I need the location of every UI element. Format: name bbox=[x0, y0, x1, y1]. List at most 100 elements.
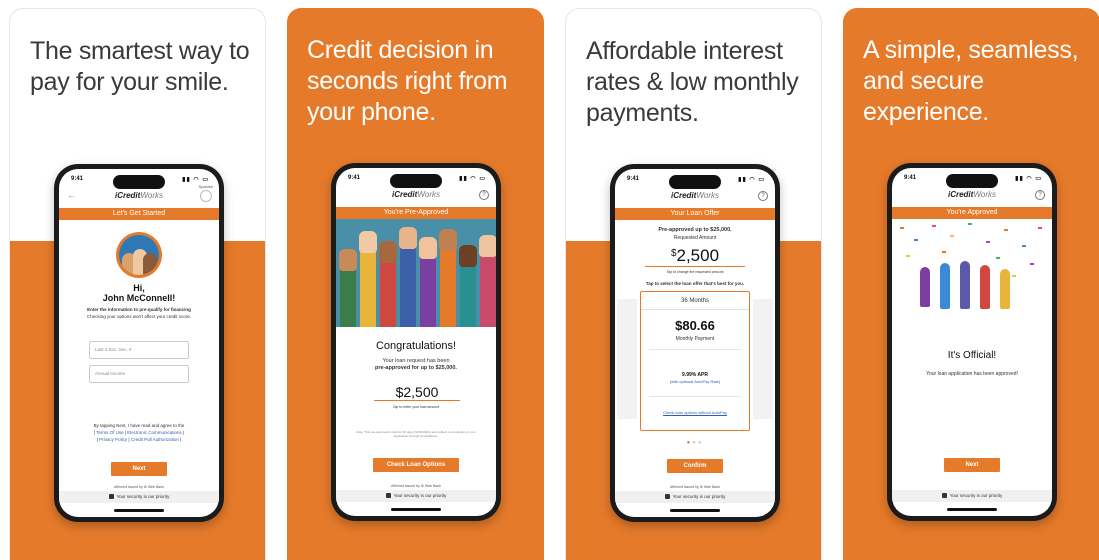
loan-amount-input[interactable]: $2,500 bbox=[374, 383, 460, 401]
signal-battery-icon: ▮▮ ◠ ▭ bbox=[459, 176, 486, 182]
select-offer-prompt: Tap to select the loan offer that's best… bbox=[645, 281, 745, 286]
panel-headline: Affordable interest rates & low monthly … bbox=[586, 37, 799, 127]
celebration-illustration bbox=[892, 219, 1052, 319]
terms-of-use-link[interactable]: Terms Of Use bbox=[96, 430, 124, 435]
security-footer: Your security is our priority bbox=[59, 491, 219, 503]
credit-pull-link[interactable]: Credit Pull Authorization bbox=[131, 437, 179, 442]
loan-offer-card[interactable]: 36 Months $80.66 Monthly Payment 9.99% A… bbox=[640, 291, 750, 431]
preapproved-limit: Pre-approved up to $25,000. bbox=[658, 227, 732, 233]
help-icon[interactable]: ? bbox=[479, 190, 489, 200]
notch bbox=[390, 174, 442, 188]
phone-mockup: 9:41 ▮▮ ◠ ▭ iCreditWorks ? You're Approv… bbox=[887, 163, 1057, 521]
panel-headline: Credit decision in seconds right from yo… bbox=[307, 36, 508, 126]
avatar bbox=[116, 232, 162, 278]
offer-card-prev[interactable] bbox=[617, 299, 637, 419]
next-button[interactable]: Next bbox=[111, 462, 167, 476]
screen-title-strip: You're Pre-Approved bbox=[336, 207, 496, 219]
congratulations-heading: Congratulations! bbox=[375, 340, 457, 352]
lock-icon bbox=[941, 493, 947, 499]
app-bar: iCreditWorks ? bbox=[615, 191, 775, 205]
home-indicator bbox=[947, 508, 997, 511]
notch bbox=[113, 175, 165, 189]
terms-text: By tapping Next, I have read and agree t… bbox=[93, 423, 185, 442]
greeting: Hi, John McConnell! bbox=[102, 283, 176, 303]
monthly-payment-label: Monthly Payment bbox=[675, 336, 715, 342]
screen-title-strip: Your Loan Offer bbox=[615, 208, 775, 220]
phone-mockup: 9:41 ▮▮ ◠ ▭ iCreditWorks ? Your Loan Off… bbox=[610, 164, 780, 522]
signal-battery-icon: ▮▮ ◠ ▭ bbox=[182, 177, 209, 183]
phone-screen: 9:41 ▮▮ ◠ ▭ iCreditWorks ? You're Approv… bbox=[892, 168, 1052, 516]
security-footer: Your security is our priority bbox=[892, 490, 1052, 502]
panel-2: Credit decision in seconds right from yo… bbox=[287, 8, 544, 560]
amount-hint: Tap to change the requested amount bbox=[666, 270, 724, 274]
trust-line: Affirmed issued by ⚙ Web Bank bbox=[670, 485, 720, 489]
apr-rate: 9.99% APR bbox=[682, 372, 708, 378]
screen-title-strip: Let's Get Started bbox=[59, 208, 219, 220]
privacy-policy-link[interactable]: Privacy Policy bbox=[99, 437, 127, 442]
amount-hint: Tap to enter your loan amount bbox=[392, 405, 440, 409]
phone-screen: 9:41 ▮▮ ◠ ▭ iCreditWorks ? Your Loan Off… bbox=[615, 169, 775, 517]
help-icon[interactable]: ? bbox=[1035, 190, 1045, 200]
official-heading: It's Official! bbox=[947, 350, 997, 361]
status-time: 9:41 bbox=[627, 176, 640, 182]
home-indicator bbox=[391, 508, 441, 511]
approval-message: Your loan request has been bbox=[382, 358, 450, 364]
app-logo: iCreditWorks bbox=[947, 190, 996, 199]
signal-battery-icon: ▮▮ ◠ ▭ bbox=[1015, 176, 1042, 182]
app-bar: ← iCreditWorks Spanish bbox=[59, 184, 219, 205]
phone-mockup: 9:41 ▮▮ ◠ ▭ iCreditWorks ? You're Pre-Ap… bbox=[331, 163, 501, 521]
signal-battery-icon: ▮▮ ◠ ▭ bbox=[738, 177, 765, 183]
subinstruction-text: Checking your options won't affect your … bbox=[86, 314, 192, 319]
phone-screen: 9:41 ▮▮ ◠ ▭ ← iCreditWorks Spanish Let's… bbox=[59, 169, 219, 517]
approval-note: Note: This pre-approval is valid for 30 … bbox=[356, 430, 476, 438]
trust-line: Affirmed issued by ⚙ Web Bank bbox=[114, 485, 164, 489]
electronic-communications-link[interactable]: Electronic Communications bbox=[127, 430, 182, 435]
phone-screen: 9:41 ▮▮ ◠ ▭ iCreditWorks ? You're Pre-Ap… bbox=[336, 168, 496, 516]
approval-limit: pre-approved for up to $25,000. bbox=[375, 365, 457, 371]
home-indicator bbox=[114, 509, 164, 512]
language-toggle[interactable] bbox=[200, 190, 212, 202]
thumbs-up-illustration bbox=[336, 219, 496, 327]
status-time: 9:41 bbox=[904, 175, 917, 181]
back-arrow-icon[interactable]: ← bbox=[67, 190, 76, 200]
app-store-screenshots: The smartest way to pay for your smile. … bbox=[0, 0, 1099, 560]
panel-4: A simple, seamless, and secure experienc… bbox=[843, 8, 1099, 560]
carousel-dots[interactable]: ●●● bbox=[615, 440, 775, 446]
requested-amount[interactable]: $2,500 bbox=[615, 246, 775, 266]
offer-term: 36 Months bbox=[641, 292, 749, 310]
requested-amount-label: Requested Amount bbox=[673, 235, 717, 241]
panel-3: Affordable interest rates & low monthly … bbox=[565, 8, 822, 560]
security-footer: Your security is our priority bbox=[615, 491, 775, 503]
apr-note: (with optional AutoPay Rate) bbox=[669, 379, 721, 384]
panel-1: The smartest way to pay for your smile. … bbox=[9, 8, 266, 560]
status-time: 9:41 bbox=[71, 176, 84, 182]
trust-line: Affirmed issued by ⚙ Web Bank bbox=[391, 484, 441, 488]
app-logo: iCreditWorks bbox=[391, 190, 440, 199]
app-bar: iCreditWorks ? bbox=[892, 190, 1052, 204]
offer-card-next[interactable] bbox=[753, 299, 773, 419]
panel-headline: A simple, seamless, and secure experienc… bbox=[863, 36, 1079, 126]
autopay-link[interactable]: Check loan options without AutoPay bbox=[641, 410, 749, 415]
check-loan-options-button[interactable]: Check Loan Options bbox=[373, 458, 459, 472]
app-bar: iCreditWorks ? bbox=[336, 190, 496, 204]
phone-mockup: 9:41 ▮▮ ◠ ▭ ← iCreditWorks Spanish Let's… bbox=[54, 164, 224, 522]
notch bbox=[946, 174, 998, 188]
ssn-field[interactable]: Last 4 Soc. Sec. # bbox=[89, 341, 189, 359]
next-button[interactable]: Next bbox=[944, 458, 1000, 472]
confirm-button[interactable]: Confirm bbox=[667, 459, 723, 473]
approval-message: Your loan application has been approved! bbox=[926, 371, 1018, 377]
status-time: 9:41 bbox=[348, 175, 361, 181]
security-footer: Your security is our priority bbox=[336, 490, 496, 502]
panel-headline: The smartest way to pay for your smile. bbox=[30, 37, 250, 96]
lock-icon bbox=[664, 494, 670, 500]
instruction-text: Enter the information to pre-qualify for… bbox=[87, 307, 191, 312]
screen-title-strip: You're Approved bbox=[892, 207, 1052, 219]
annual-income-field[interactable]: Annual Income bbox=[89, 365, 189, 383]
app-logo: iCreditWorks bbox=[670, 191, 719, 200]
help-icon[interactable]: ? bbox=[758, 191, 768, 201]
language-label: Spanish bbox=[198, 184, 213, 189]
home-indicator bbox=[670, 509, 720, 512]
lock-icon bbox=[385, 493, 391, 499]
notch bbox=[669, 175, 721, 189]
amount-underline bbox=[645, 266, 745, 267]
